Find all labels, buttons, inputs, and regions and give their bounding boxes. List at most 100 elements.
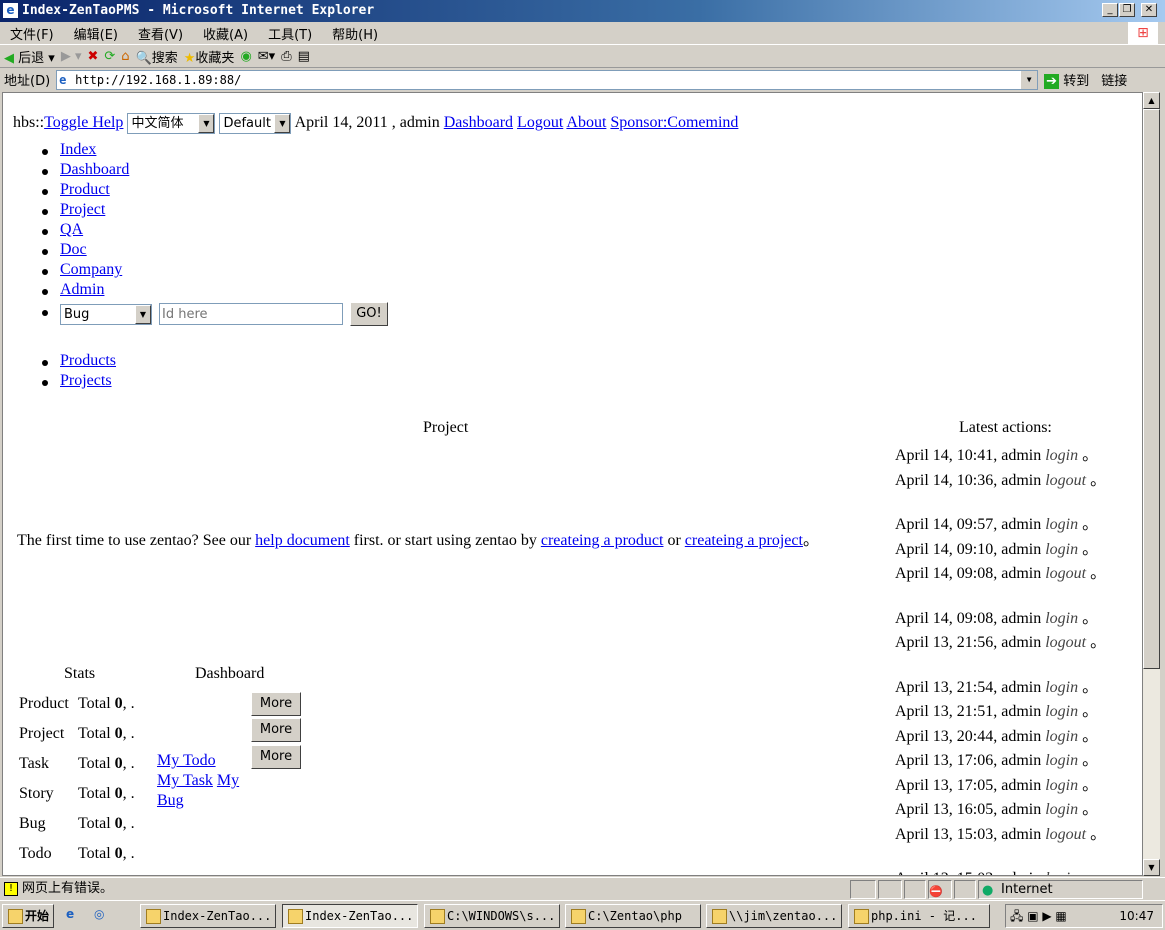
action-item: April 13, 17:06, admin login 。 (895, 751, 1125, 771)
action-end: 。 (1082, 776, 1099, 794)
taskbar-button[interactable]: php.ini - 记... (848, 904, 990, 928)
action-time: April 13, 20:44, admin (895, 727, 1042, 745)
more-button[interactable]: More (251, 718, 301, 742)
action-end: 。 (1082, 540, 1099, 558)
refresh-icon[interactable]: ⟳ (104, 49, 115, 64)
desktop-quicklaunch-icon[interactable]: ◎ (94, 907, 104, 921)
total-count: 0 (114, 845, 123, 862)
subnav-item-products: Products (42, 352, 116, 370)
sponsor-link[interactable]: Sponsor:Comemind (610, 114, 738, 131)
my-task-link[interactable]: My Task (157, 772, 213, 789)
menu-item[interactable]: 文件(F) (10, 24, 54, 43)
total-suffix: , . (122, 815, 135, 832)
action-end: 。 (1090, 471, 1107, 489)
status-message: 网页上有错误。 (22, 881, 114, 896)
nav-link[interactable]: Doc (60, 241, 87, 258)
mail-icon[interactable]: ✉▾ (258, 49, 275, 64)
action-end: 。 (1082, 609, 1099, 627)
action-time: April 14, 09:10, admin (895, 540, 1042, 558)
toggle-help-link[interactable]: Toggle Help (44, 114, 123, 131)
my-todo-link[interactable]: My Todo (157, 752, 216, 769)
forward-button[interactable]: ▶ ▾ (61, 49, 82, 64)
ie-quicklaunch-icon[interactable]: e (66, 907, 74, 921)
restore-button[interactable]: ❐ (1119, 3, 1135, 17)
go-label: 转到 (1063, 74, 1090, 89)
menu-item[interactable]: 编辑(E) (74, 24, 118, 43)
taskbar-button[interactable]: Index-ZenTao... (282, 904, 418, 928)
back-button[interactable]: ◀ 后退 ▾ (4, 47, 55, 66)
nav-link[interactable]: Company (60, 261, 122, 278)
taskbar-button[interactable]: Index-ZenTao... (140, 904, 276, 928)
action-time: April 13, 16:05, admin (895, 801, 1042, 818)
total-label: Total (78, 785, 111, 802)
scroll-thumb[interactable] (1143, 109, 1160, 669)
search-type-select[interactable]: Bug ▼ (60, 303, 152, 325)
scroll-down-button[interactable]: ▼ (1143, 859, 1160, 876)
print-icon[interactable]: ⎙ (281, 49, 291, 64)
nav-link[interactable]: Product (60, 181, 110, 198)
address-dropdown[interactable]: ▼ (1021, 70, 1038, 89)
vertical-scrollbar[interactable]: ▲ ▼ (1143, 92, 1160, 876)
popup-blocked-icon[interactable]: ⛔ (928, 880, 952, 899)
create-project-link[interactable]: createing a project (685, 532, 803, 549)
nav-item-dashboard: Dashboard (41, 161, 129, 179)
nav-link[interactable]: Project (60, 201, 105, 218)
total-suffix: , . (122, 695, 135, 712)
taskbar-button[interactable]: \\jim\zentao... (706, 904, 842, 928)
more-button[interactable]: More (251, 745, 301, 769)
go-search-button[interactable]: GO! (350, 302, 388, 326)
dashboard-link[interactable]: Dashboard (444, 114, 513, 131)
minimize-button[interactable]: _ (1102, 3, 1118, 17)
nav-link[interactable]: Index (60, 141, 96, 158)
taskbar-button[interactable]: C:\WINDOWS\s... (424, 904, 560, 928)
menu-item[interactable]: 工具(T) (268, 24, 312, 43)
stat-total: Total 0, . (78, 725, 135, 743)
help-document-link[interactable]: help document (255, 532, 350, 549)
menu-item[interactable]: 帮助(H) (332, 24, 378, 43)
action-item: April 13, 21:54, admin login 。 (895, 678, 1125, 698)
history-icon[interactable]: ◉ (240, 49, 251, 64)
warning-icon[interactable]: ! (4, 882, 18, 896)
action-end: 。 (1082, 678, 1099, 696)
stop-icon[interactable]: ✖ (87, 49, 98, 64)
create-product-link[interactable]: createing a product (541, 532, 664, 549)
header-bar: hbs::Toggle Help 中文简体 ▼ Default ▼ April 14… (13, 113, 738, 134)
quick-search: Bug▼ GO! (42, 302, 388, 326)
taskbar-button[interactable]: C:\Zentao\php (565, 904, 701, 928)
nav-link[interactable]: Admin (60, 281, 104, 298)
menu-item[interactable]: 查看(V) (138, 24, 183, 43)
logout-link[interactable]: Logout (517, 114, 563, 131)
about-link[interactable]: About (566, 114, 606, 131)
address-input[interactable]: e http://192.168.1.89:88/ ▼ (56, 69, 1039, 90)
id-input[interactable] (159, 303, 343, 325)
nav-item-index: Index (41, 141, 96, 159)
home-icon[interactable]: ⌂ (121, 49, 129, 64)
stat-total: Total 0, . (78, 695, 135, 713)
title-bar: Index-ZenTaoPMS - Microsoft Internet Exp… (0, 0, 1165, 22)
subnav-link[interactable]: Projects (60, 372, 112, 389)
nav-link[interactable]: QA (60, 221, 83, 238)
edit-icon[interactable]: ▤ (298, 49, 310, 64)
nav-item-company: Company (41, 261, 122, 279)
more-button[interactable]: More (251, 692, 301, 716)
menu-item[interactable]: 收藏(A) (203, 24, 248, 43)
nav-link[interactable]: Dashboard (60, 161, 129, 178)
total-count: 0 (114, 695, 123, 712)
windows-logo-icon: ⊞ (1128, 22, 1158, 44)
favorites-button[interactable]: ★收藏夹 (184, 47, 235, 66)
tray-icons: 🖧 ▣ ▶ ▦ (1010, 909, 1067, 923)
stat-total: Total 0, . (78, 755, 135, 773)
subnav-link[interactable]: Products (60, 352, 116, 369)
close-button[interactable]: ✕ (1141, 3, 1157, 17)
links-button[interactable]: 链接 (1101, 70, 1127, 89)
search-button[interactable]: 🔍搜索 (136, 47, 178, 66)
start-button[interactable]: 开始 (2, 904, 54, 928)
language-select[interactable]: 中文简体 ▼ (127, 113, 216, 134)
action-name: logout (1045, 825, 1087, 843)
action-name: login (1045, 540, 1079, 558)
go-button[interactable]: ➔ 转到 (1044, 70, 1089, 89)
theme-select[interactable]: Default ▼ (219, 113, 292, 134)
scroll-up-button[interactable]: ▲ (1143, 92, 1160, 109)
dashboard-heading: Dashboard (195, 665, 265, 682)
action-item: April 13, 21:56, admin logout 。 (895, 633, 1125, 653)
